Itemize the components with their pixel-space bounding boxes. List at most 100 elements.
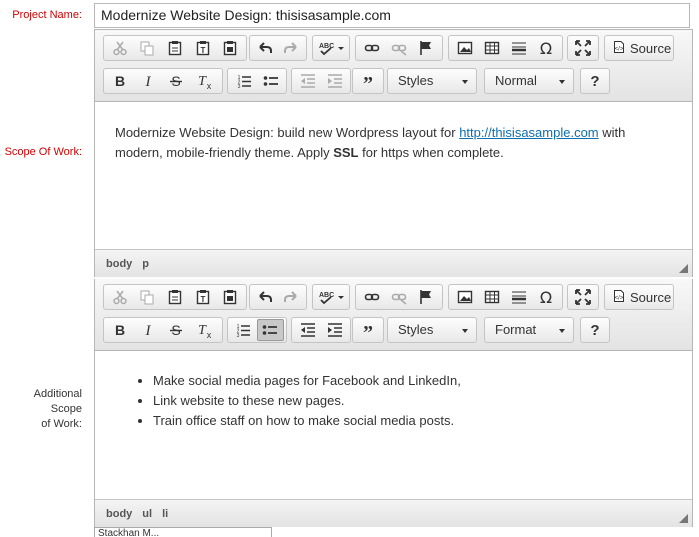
- special-char-icon[interactable]: Ω: [533, 37, 560, 59]
- basic-styles-group: B I S Tx: [103, 317, 223, 343]
- resize-handle-icon[interactable]: [679, 514, 688, 523]
- redo-icon[interactable]: [278, 37, 304, 59]
- text-segment: Modernize Website Design: build new Word…: [115, 125, 460, 140]
- format-dropdown[interactable]: Format: [484, 317, 574, 343]
- link-icon[interactable]: [358, 37, 385, 59]
- spellcheck-icon[interactable]: ABC: [315, 37, 347, 59]
- source-button[interactable]: </> Source: [604, 35, 674, 61]
- paste-text-icon[interactable]: T: [189, 37, 217, 59]
- blockquote-icon[interactable]: ”: [355, 70, 381, 92]
- indent-icon[interactable]: [321, 70, 348, 92]
- italic-icon[interactable]: I: [134, 319, 162, 341]
- source-button[interactable]: </> Source: [604, 284, 674, 310]
- link-icon[interactable]: [358, 286, 385, 308]
- source-label: Source: [630, 289, 672, 305]
- spellcheck-group: ABC: [312, 35, 350, 61]
- element-path-bar: body p: [95, 249, 692, 277]
- indent-group: [291, 317, 351, 343]
- image-icon[interactable]: [451, 286, 478, 308]
- svg-text:I: I: [145, 74, 152, 89]
- help-button[interactable]: ?: [583, 319, 607, 341]
- insert-group: Ω: [448, 35, 563, 61]
- svg-text:Ω: Ω: [540, 289, 552, 305]
- format-dropdown[interactable]: Normal: [484, 68, 574, 94]
- remove-format-icon[interactable]: Tx: [190, 319, 218, 341]
- outdent-icon[interactable]: [294, 319, 321, 341]
- svg-text:B: B: [115, 73, 125, 89]
- unlink-icon[interactable]: [385, 37, 412, 59]
- styles-dropdown[interactable]: Styles: [387, 68, 477, 94]
- table-icon[interactable]: [478, 286, 505, 308]
- bold-icon[interactable]: B: [106, 319, 134, 341]
- cut-icon[interactable]: [106, 37, 134, 59]
- project-name-input[interactable]: Modernize Website Design: thisisasample.…: [94, 3, 690, 28]
- undo-icon[interactable]: [252, 286, 278, 308]
- image-icon[interactable]: [451, 37, 478, 59]
- additional-scope-label-line1: Additional Scope: [33, 388, 82, 415]
- bold-icon[interactable]: B: [106, 70, 134, 92]
- path-item-li[interactable]: li: [162, 508, 168, 520]
- horizontal-rule-icon[interactable]: [506, 286, 533, 308]
- copy-icon[interactable]: [134, 286, 162, 308]
- strike-icon[interactable]: S: [162, 70, 190, 92]
- svg-text:T: T: [200, 295, 205, 304]
- svg-text:”: ”: [363, 73, 373, 89]
- svg-text:ABC: ABC: [319, 292, 334, 299]
- paste-icon[interactable]: [161, 37, 189, 59]
- format-dropdown-label: Format: [495, 322, 537, 337]
- path-item-ul[interactable]: ul: [142, 508, 152, 520]
- editor-content[interactable]: Make social media pages for Facebook and…: [95, 351, 692, 499]
- bulleted-list-icon[interactable]: [257, 70, 284, 92]
- project-name-label: Project Name:: [12, 9, 82, 21]
- unlink-icon[interactable]: [385, 286, 412, 308]
- chevron-down-icon: [559, 80, 565, 84]
- list-item: Link website to these new pages.: [153, 391, 672, 411]
- clipboard-group: T: [103, 35, 247, 61]
- path-item-p[interactable]: p: [142, 258, 149, 270]
- horizontal-rule-icon[interactable]: [506, 37, 533, 59]
- maximize-icon[interactable]: [570, 286, 596, 308]
- paste-word-icon[interactable]: [216, 286, 244, 308]
- strike-icon[interactable]: S: [162, 319, 190, 341]
- editor-content[interactable]: Modernize Website Design: build new Word…: [95, 102, 692, 249]
- numbered-list-icon[interactable]: 123: [230, 319, 257, 341]
- resize-handle-icon[interactable]: [679, 264, 688, 273]
- svg-text:</>: </>: [615, 46, 624, 52]
- editor-toolbar: T ABC Ω </> Source B I T x 1 2 3 ” Style…: [95, 279, 692, 351]
- spellcheck-icon[interactable]: ABC: [315, 286, 347, 308]
- outdent-icon[interactable]: [294, 70, 321, 92]
- styles-dropdown-label: Styles: [398, 322, 434, 337]
- text-segment: for https when complete.: [358, 145, 504, 160]
- anchor-icon[interactable]: [413, 286, 440, 308]
- indent-icon[interactable]: [321, 319, 348, 341]
- path-item-body[interactable]: body: [106, 508, 132, 520]
- help-button[interactable]: ?: [583, 70, 607, 92]
- undo-group: [249, 284, 307, 310]
- website-link[interactable]: http://thisisasample.com: [459, 125, 598, 140]
- special-char-icon[interactable]: Ω: [533, 286, 560, 308]
- remove-format-icon[interactable]: Tx: [190, 70, 218, 92]
- italic-icon[interactable]: I: [134, 70, 162, 92]
- numbered-list-icon[interactable]: 123: [230, 70, 257, 92]
- insert-group: Ω: [448, 284, 563, 310]
- path-item-body[interactable]: body: [106, 258, 132, 270]
- cut-icon[interactable]: [106, 286, 134, 308]
- paste-icon[interactable]: [161, 286, 189, 308]
- bulleted-list-icon[interactable]: [256, 319, 284, 341]
- undo-icon[interactable]: [252, 37, 278, 59]
- scope-bullet-list: Make social media pages for Facebook and…: [95, 371, 672, 431]
- additional-scope-label-line2: of Work:: [41, 418, 82, 430]
- next-field-partial[interactable]: Stackhan M...: [94, 527, 272, 537]
- blockquote-icon[interactable]: ”: [355, 319, 381, 341]
- maximize-icon[interactable]: [570, 37, 596, 59]
- anchor-icon[interactable]: [413, 37, 440, 59]
- paste-word-icon[interactable]: [216, 37, 244, 59]
- styles-dropdown[interactable]: Styles: [387, 317, 477, 343]
- styles-dropdown-label: Styles: [398, 73, 434, 88]
- redo-icon[interactable]: [278, 286, 304, 308]
- copy-icon[interactable]: [134, 37, 162, 59]
- table-icon[interactable]: [478, 37, 505, 59]
- paste-text-icon[interactable]: T: [189, 286, 217, 308]
- list-group: 123: [227, 317, 287, 343]
- svg-text:T: T: [198, 323, 207, 338]
